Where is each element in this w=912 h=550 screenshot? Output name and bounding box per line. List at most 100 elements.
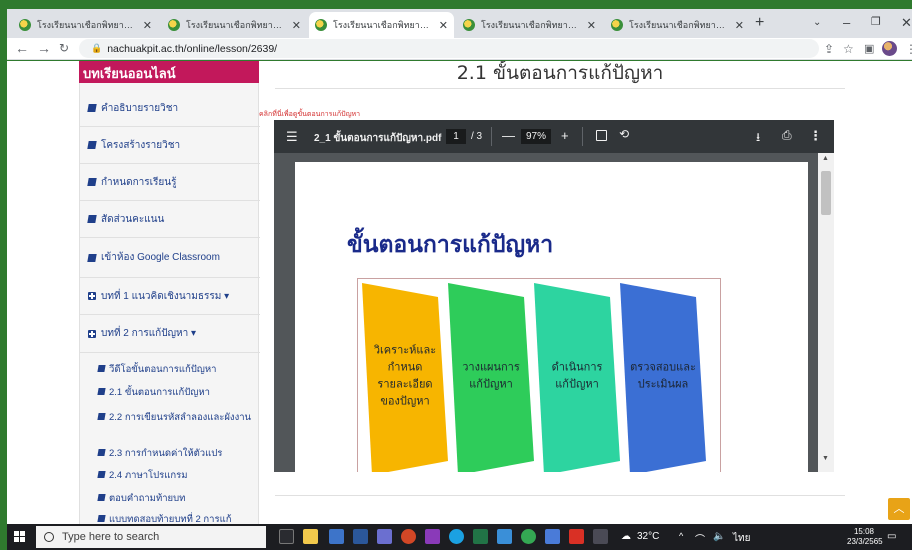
- tab-search-icon[interactable]: ⌄: [813, 17, 821, 28]
- book-icon: [87, 215, 97, 223]
- tray-overflow-icon[interactable]: ^: [679, 531, 683, 541]
- sub-item-questions[interactable]: ตอบคำถามท้ายบท: [97, 492, 253, 505]
- close-tab-icon[interactable]: ✕: [292, 19, 301, 32]
- sidebar-item-chapter-2[interactable]: บทที่ 2 การแก้ปัญหา ▾: [80, 315, 260, 353]
- forward-arrow-icon[interactable]: →: [37, 40, 51, 56]
- sub-item-2-1[interactable]: 2.1 ขั้นตอนการแก้ปัญหา: [97, 386, 253, 399]
- sidebar-item-score-ratio[interactable]: สัดส่วนคะแนน: [80, 201, 260, 238]
- restore-icon[interactable]: ❐: [871, 15, 881, 28]
- print-icon[interactable]: ⎙: [782, 128, 792, 143]
- notifications-icon[interactable]: ▭: [887, 531, 896, 542]
- lesson-title: 2.1 ขั้นตอนการแก้ปัญหา: [456, 62, 664, 84]
- close-tab-icon[interactable]: ✕: [735, 19, 744, 32]
- sub-item-2-2[interactable]: 2.2 การเขียนรหัสลำลองและผังงาน: [97, 411, 253, 424]
- zoom-out-button[interactable]: —: [502, 128, 515, 143]
- app-icon[interactable]: [593, 529, 608, 544]
- scrollbar-thumb[interactable]: [821, 171, 831, 215]
- browser-menu-icon[interactable]: ⋮: [905, 42, 912, 56]
- sidebar-item-course-structure[interactable]: โครงสร้างรายวิชา: [80, 127, 260, 164]
- sidebar-item-google-classroom[interactable]: เข้าห้อง Google Classroom: [80, 238, 260, 278]
- chrome-icon[interactable]: [521, 529, 536, 544]
- browser-tab-1[interactable]: โรงเรียนนาเชือกพิทยาสรรค์ ✕: [13, 12, 158, 38]
- new-tab-button[interactable]: +: [755, 14, 764, 32]
- browser-tab-4[interactable]: โรงเรียนนาเชือกพิทยาสรรค์ - บท ✕: [457, 12, 602, 38]
- school-favicon-icon: [19, 19, 31, 31]
- close-tab-icon[interactable]: ✕: [439, 19, 448, 32]
- sub-item-label: 2.2 การเขียนรหัสลำลองและผังงาน: [109, 412, 252, 423]
- input-language[interactable]: ไทย: [733, 531, 750, 546]
- network-icon[interactable]: ⌒: [695, 531, 705, 546]
- excel-icon[interactable]: [473, 529, 488, 544]
- tab-title: โรงเรียนนาเชือกพิทยาสรรค์: [37, 20, 137, 30]
- school-favicon-icon: [315, 19, 327, 31]
- sub-item-label: แบบทดสอบท้ายบทที่ 2 การแก้ปัญหา: [109, 514, 232, 524]
- zoom-input[interactable]: 97%: [521, 129, 551, 144]
- solution-steps-link[interactable]: คลิกที่นี่เพื่อดูขั้นตอนการแก้ปัญหา: [259, 109, 360, 120]
- menu-icon[interactable]: ☰: [286, 129, 298, 145]
- weather-icon[interactable]: ☁: [621, 531, 631, 542]
- weather-temp[interactable]: 32°C: [637, 531, 659, 542]
- sub-item-label: 2.4 ภาษาโปรแกรม: [109, 470, 188, 481]
- sub-item-2-4[interactable]: 2.4 ภาษาโปรแกรม: [97, 469, 253, 482]
- sidebar-header: บทเรียนออนไลน์: [79, 61, 259, 83]
- sub-item-quiz[interactable]: แบบทดสอบท้ายบทที่ 2 การแก้ปัญหา: [97, 513, 253, 524]
- scroll-up-icon[interactable]: ▲: [822, 155, 829, 162]
- windows-start-icon[interactable]: [14, 531, 26, 543]
- sidebar-item-label: เข้าห้อง Google Classroom: [101, 252, 220, 263]
- side-panel-icon[interactable]: ▣: [864, 42, 874, 55]
- back-to-top-button[interactable]: ︿: [888, 498, 910, 520]
- sidebar-item-course-description[interactable]: คำอธิบายรายวิชา: [80, 90, 260, 127]
- back-arrow-icon[interactable]: ←: [15, 40, 29, 56]
- download-icon[interactable]: ⭳: [756, 128, 760, 149]
- app-icon[interactable]: [545, 529, 560, 544]
- pdf-page: ขั้นตอนการแก้ปัญหา วิเคราะห์และกำหนดรายล…: [295, 162, 808, 472]
- taskbar-clock[interactable]: 15:08 23/3/2565: [847, 527, 883, 547]
- pdf-reader-icon[interactable]: [569, 529, 584, 544]
- close-window-icon[interactable]: ✕: [901, 15, 912, 31]
- rotate-icon[interactable]: ⟲: [619, 127, 629, 141]
- profile-avatar[interactable]: [882, 41, 897, 56]
- sub-item-video[interactable]: วีดีโอขั้นตอนการแก้ปัญหา: [97, 363, 253, 376]
- sub-item-label: 2.1 ขั้นตอนการแก้ปัญหา: [109, 387, 210, 398]
- fit-page-icon[interactable]: [596, 130, 607, 141]
- volume-icon[interactable]: 🔈: [713, 531, 725, 542]
- zoom-in-button[interactable]: +: [561, 128, 569, 143]
- reload-icon[interactable]: ↻: [59, 41, 69, 55]
- edge-icon[interactable]: [449, 529, 464, 544]
- book-icon: [87, 141, 97, 149]
- browser-tab-3-active[interactable]: โรงเรียนนาเชือกพิทยาสรรค์ - บท ✕: [309, 12, 454, 38]
- url-text: nachuakpit.ac.th/online/lesson/2639/: [107, 42, 278, 55]
- pdf-page-input[interactable]: 1: [446, 129, 466, 144]
- browser-tab-2[interactable]: โรงเรียนนาเชือกพิทยาสรรค์ ✕: [162, 12, 307, 38]
- word-icon[interactable]: [353, 529, 368, 544]
- address-bar[interactable]: 🔒 nachuakpit.ac.th/online/lesson/2639/: [79, 39, 819, 58]
- taskbar-search-box[interactable]: Type here to search: [36, 526, 266, 548]
- tab-title: โรงเรียนนาเชือกพิทยาสรรค์: [186, 20, 286, 30]
- teams-icon[interactable]: [377, 529, 392, 544]
- publisher-icon[interactable]: [425, 529, 440, 544]
- close-tab-icon[interactable]: ✕: [143, 19, 152, 32]
- browser-tab-5[interactable]: โรงเรียนนาเชือกพิทยาสรรค์ - บท ✕: [605, 12, 750, 38]
- pdf-scrollbar[interactable]: ▲ ▼: [818, 153, 834, 472]
- sub-item-2-3[interactable]: 2.3 การกำหนดค่าให้ตัวแปร: [97, 447, 253, 460]
- share-icon[interactable]: ⇪: [824, 42, 834, 56]
- sidebar-item-chapter-1[interactable]: บทที่ 1 แนวคิดเชิงนามธรรม ▾: [80, 278, 260, 315]
- divider: [275, 495, 845, 496]
- book-icon: [87, 178, 97, 186]
- book-icon: [97, 515, 106, 522]
- zoom-icon[interactable]: [497, 529, 512, 544]
- powerpoint-icon[interactable]: [401, 529, 416, 544]
- sidebar-item-learning-schedule[interactable]: กำหนดการเรียนรู้: [80, 164, 260, 201]
- file-explorer-icon[interactable]: [303, 529, 318, 544]
- more-options-icon[interactable]: ⋮: [809, 128, 822, 144]
- school-favicon-icon: [463, 19, 475, 31]
- close-tab-icon[interactable]: ✕: [587, 19, 596, 32]
- bookmark-star-icon[interactable]: ☆: [843, 42, 854, 56]
- windows-taskbar: Type here to search ☁ 32°C ^ ⌒ 🔈 ไทย 15:…: [7, 524, 912, 550]
- clock-time: 15:08: [853, 527, 875, 536]
- task-view-icon[interactable]: [279, 529, 294, 544]
- sub-item-label: ตอบคำถามท้ายบท: [109, 493, 186, 504]
- scroll-down-icon[interactable]: ▼: [822, 455, 829, 462]
- app-icon[interactable]: [329, 529, 344, 544]
- minimize-icon[interactable]: –: [843, 15, 850, 30]
